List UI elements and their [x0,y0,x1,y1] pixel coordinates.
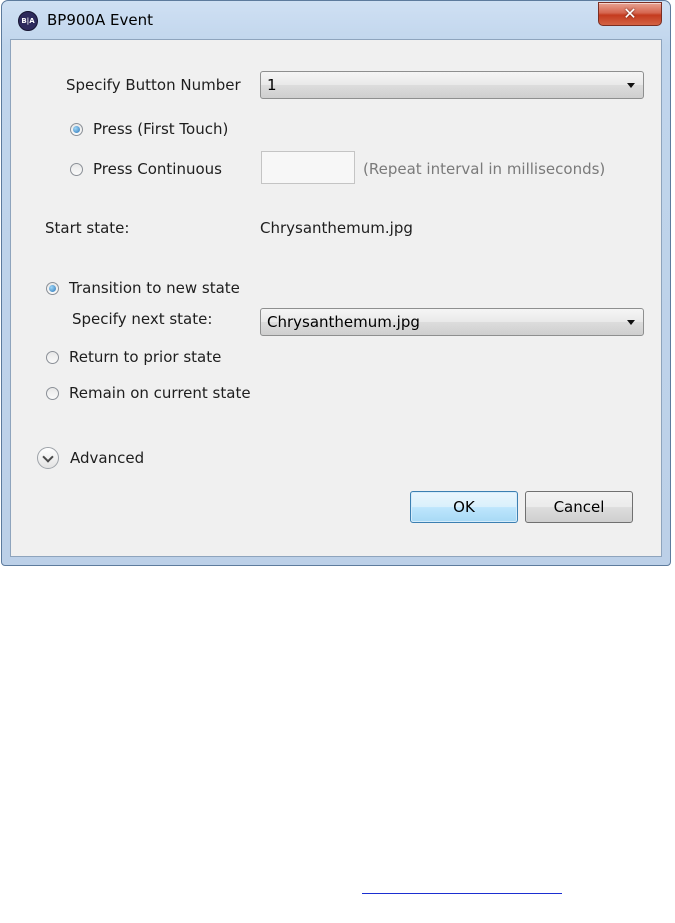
return-prior-state-label[interactable]: Return to prior state [69,348,221,366]
ok-button[interactable]: OK [410,491,518,523]
press-first-touch-radio[interactable] [70,123,83,136]
next-state-value: Chrysanthemum.jpg [267,313,420,331]
advanced-label[interactable]: Advanced [70,449,144,467]
dialog-body: Specify Button Number 1 Press (First Tou… [10,39,662,557]
next-state-label: Specify next state: [72,310,213,328]
button-number-select[interactable]: 1 [260,71,644,99]
start-state-value: Chrysanthemum.jpg [260,219,413,237]
press-first-touch-label[interactable]: Press (First Touch) [93,120,228,138]
event-dialog: B|A BP900A Event ✕ Specify Button Number… [1,0,671,566]
app-logo-icon: B|A [18,11,38,31]
repeat-interval-input[interactable] [261,151,355,184]
chevron-down-icon [627,83,635,88]
repeat-interval-hint: (Repeat interval in milliseconds) [363,160,606,178]
close-button[interactable]: ✕ [598,2,662,26]
chevron-down-circle-icon[interactable] [37,447,59,469]
transition-new-state-label[interactable]: Transition to new state [69,279,240,297]
remain-current-state-radio[interactable] [46,387,59,400]
title-bar[interactable]: B|A BP900A Event ✕ [2,1,670,39]
press-continuous-label[interactable]: Press Continuous [93,160,222,178]
button-number-label: Specify Button Number [66,76,241,94]
chevron-down-icon [627,320,635,325]
close-icon: ✕ [623,4,637,23]
link-underline [362,893,562,894]
button-number-value: 1 [267,76,277,94]
press-continuous-radio[interactable] [70,163,83,176]
next-state-select[interactable]: Chrysanthemum.jpg [260,308,644,336]
remain-current-state-label[interactable]: Remain on current state [69,384,251,402]
start-state-label: Start state: [45,219,130,237]
transition-new-state-radio[interactable] [46,282,59,295]
return-prior-state-radio[interactable] [46,351,59,364]
cancel-button[interactable]: Cancel [525,491,633,523]
window-title: BP900A Event [47,11,153,29]
